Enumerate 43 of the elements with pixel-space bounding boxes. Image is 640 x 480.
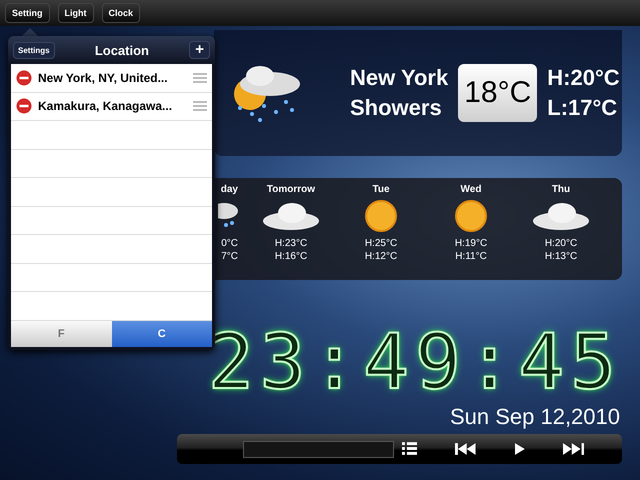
high-temperature: H:20°C	[547, 65, 620, 91]
low-temperature: L:17°C	[547, 95, 618, 121]
forecast-low: H:16°C	[274, 250, 308, 263]
popover-title: Location	[94, 42, 149, 58]
location-name: New York, NY, United...	[38, 70, 169, 85]
forecast-high: H:19°C	[454, 237, 488, 250]
delete-icon[interactable]	[16, 70, 32, 86]
current-temperature: 18°C	[458, 64, 538, 122]
forecast-day: Tue	[372, 184, 390, 195]
forecast-low: H:11°C	[455, 250, 487, 263]
unit-segment[interactable]: C	[112, 320, 212, 346]
weather-condition: Showers	[350, 95, 443, 121]
forecast-low: 7°C	[221, 250, 238, 263]
toolbar-button[interactable]: Setting	[5, 3, 50, 23]
cloud-icon	[532, 201, 590, 231]
add-button[interactable]: +	[189, 41, 210, 59]
unit-segment[interactable]: F	[11, 320, 112, 346]
toolbar-button[interactable]: Light	[58, 3, 94, 23]
toolbar-button[interactable]: Clock	[102, 3, 140, 23]
date-text: Sun Sep 12,2010	[450, 404, 620, 430]
delete-icon[interactable]	[16, 98, 32, 114]
next-icon[interactable]	[562, 443, 584, 455]
forecast-high: H:23°C	[274, 237, 308, 250]
location-name: Kamakura, Kanagawa...	[38, 99, 174, 114]
back-button[interactable]: Settings	[13, 42, 55, 58]
forecast-day: Thu	[552, 184, 570, 195]
location-row[interactable]: Kamakura, Kanagawa...	[11, 92, 212, 121]
forecast-low: H:12°C	[364, 250, 398, 263]
cloud-icon	[262, 201, 320, 231]
city-name: New York	[350, 65, 448, 91]
forecast-high: 0°C	[221, 237, 238, 250]
forecast-high: H:25°C	[364, 237, 398, 250]
forecast-day: Wed	[460, 184, 482, 195]
previous-icon[interactable]	[455, 443, 477, 455]
forecast-day: Tomorrow	[266, 184, 316, 195]
location-row[interactable]: New York, NY, United...	[11, 64, 212, 92]
sun-icon	[364, 199, 398, 233]
forecast-day: day	[220, 184, 238, 195]
play-icon[interactable]	[514, 443, 524, 455]
sun-icon	[454, 199, 488, 233]
list-icon[interactable]	[402, 442, 418, 456]
forecast-low: H:13°C	[544, 250, 578, 263]
forecast-high: H:20°C	[544, 237, 578, 250]
